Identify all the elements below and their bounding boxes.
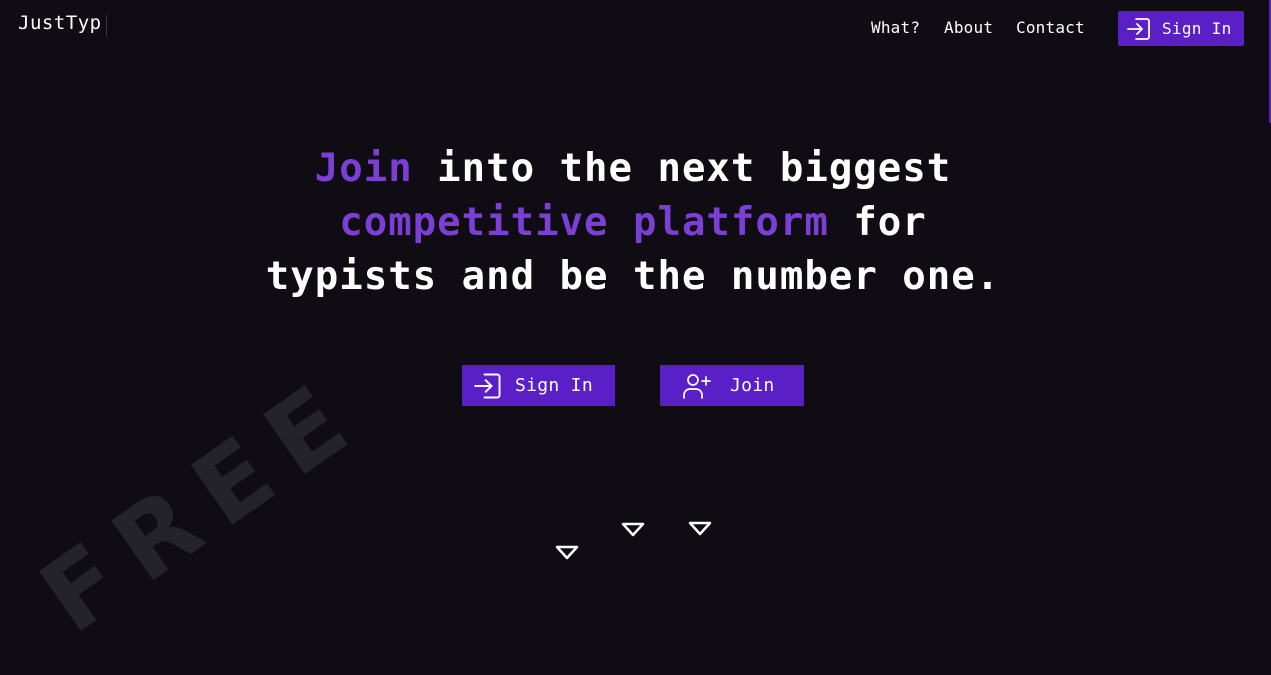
- free-watermark: FREE: [20, 352, 384, 656]
- hero-sign-in-label: Sign In: [515, 375, 593, 396]
- nav-item-what[interactable]: What?: [871, 18, 920, 37]
- sign-in-icon: [1126, 16, 1152, 42]
- nav-item-about[interactable]: About: [944, 18, 993, 37]
- triangle-down-icon: [688, 521, 712, 536]
- nav-link-about[interactable]: About: [944, 18, 993, 37]
- site-logo[interactable]: JustTyp: [18, 12, 102, 34]
- nav-link-what[interactable]: What?: [871, 18, 920, 37]
- hero-join-label: Join: [730, 375, 775, 396]
- header-sign-in-label: Sign In: [1162, 19, 1232, 38]
- headline-line-2-rest: for: [828, 200, 927, 245]
- hero-sign-in-button[interactable]: Sign In: [462, 365, 615, 406]
- headline-line-3: typists and be the number one.: [265, 254, 1001, 299]
- nav-link-contact[interactable]: Contact: [1016, 18, 1085, 37]
- nav-item-contact[interactable]: Contact: [1016, 18, 1085, 37]
- headline-accent-platform: competitive platform: [339, 200, 829, 245]
- landing-page: JustTyp What? About Contact Sign In FREE…: [0, 0, 1271, 675]
- headline-line-2: competitive platform for: [200, 196, 1066, 250]
- hero-headline: Join into the next biggest competitive p…: [200, 142, 1066, 304]
- headline-accent-join: Join: [314, 146, 413, 191]
- logo-cursor: [106, 15, 107, 37]
- header-sign-in-button[interactable]: Sign In: [1118, 11, 1244, 46]
- hero-join-button[interactable]: Join: [660, 365, 804, 406]
- sign-in-icon: [473, 371, 503, 401]
- user-plus-icon: [682, 371, 712, 401]
- triangle-down-icon: [621, 522, 645, 537]
- headline-line-1-rest: into the next biggest: [412, 146, 952, 191]
- triangle-down-icon: [555, 545, 579, 560]
- headline-line-1: Join into the next biggest: [200, 142, 1066, 196]
